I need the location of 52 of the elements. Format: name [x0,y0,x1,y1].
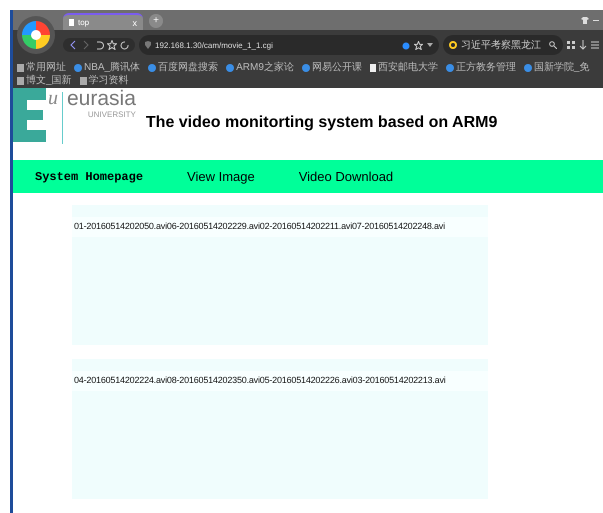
search-field[interactable]: 习近平考察黑龙江 [443,35,563,55]
logo-name: eurasia [67,88,136,110]
bookmark[interactable]: 常用网址 [17,61,66,74]
search-text: 习近平考察黑龙江 [461,38,542,52]
nav-link[interactable]: System Homepage [35,170,144,184]
dropdown-icon[interactable] [427,43,433,47]
file-list-text[interactable]: 01-20160514202050.avi06-20160514202229.avi02-20160514202211.avi07-20160514202248.avi [72,217,488,237]
site-icon [302,64,310,72]
star-icon[interactable] [107,40,117,50]
bookmark[interactable]: 网易公开课 [302,61,362,74]
page-title: The video monitorting system based on ARM9 [146,114,498,132]
bookmark[interactable]: 国新学院_免 [524,61,590,74]
bookmark[interactable]: ARM9之家论 [226,61,294,74]
folder-icon [80,76,87,84]
page-icon [69,19,74,26]
new-tab-button[interactable]: + [149,14,163,28]
search-engine-icon [449,41,457,49]
site-icon [148,64,156,72]
download-icon[interactable] [579,40,587,50]
page-icon [370,64,376,72]
address-bar[interactable]: 192.168.1.30/cam/movie_1_1.cgi [139,35,439,55]
search-icon[interactable] [549,41,557,49]
site-icon [524,64,532,72]
bookmark[interactable]: 西安邮电大学 [370,61,438,74]
bookmark[interactable]: 正方教务管理 [446,61,516,74]
url-text: 192.168.1.30/cam/movie_1_1.cgi [155,40,274,50]
logo-subtitle: UNIVERSITY [88,110,136,119]
undo-icon[interactable] [94,40,104,50]
menu-icon[interactable] [591,41,599,49]
nav-link[interactable]: View Image [187,169,255,184]
logo-mark: u [48,88,58,108]
bookmark[interactable]: 百度网盘搜索 [148,61,218,74]
e-logo-icon [13,88,46,142]
browser-logo[interactable] [17,16,55,54]
shirt-icon[interactable] [581,16,589,24]
site-icon [74,64,82,72]
site-icon [446,64,454,72]
file-list-text[interactable]: 04-20160514202224.avi08-20160514202350.avi05-20160514202226.avi03-20160514202213.avi [72,371,488,391]
reload-icon[interactable] [120,40,130,50]
browser-tab[interactable]: top x [63,13,143,30]
grid-icon[interactable] [567,41,575,49]
back-icon[interactable] [68,40,78,50]
shield-icon [145,41,151,49]
star-icon[interactable] [414,40,423,50]
bookmark[interactable]: NBA_腾讯体 [74,61,140,74]
bookmark[interactable]: 学习资料 [80,74,129,87]
nav-link[interactable]: Video Download [298,169,394,184]
site-icon [226,64,234,72]
tab-title: top [78,18,90,27]
minimize-icon[interactable] [593,17,599,23]
bookmark[interactable]: 博文_国新 [17,74,72,87]
close-tab-button[interactable]: x [132,18,137,28]
